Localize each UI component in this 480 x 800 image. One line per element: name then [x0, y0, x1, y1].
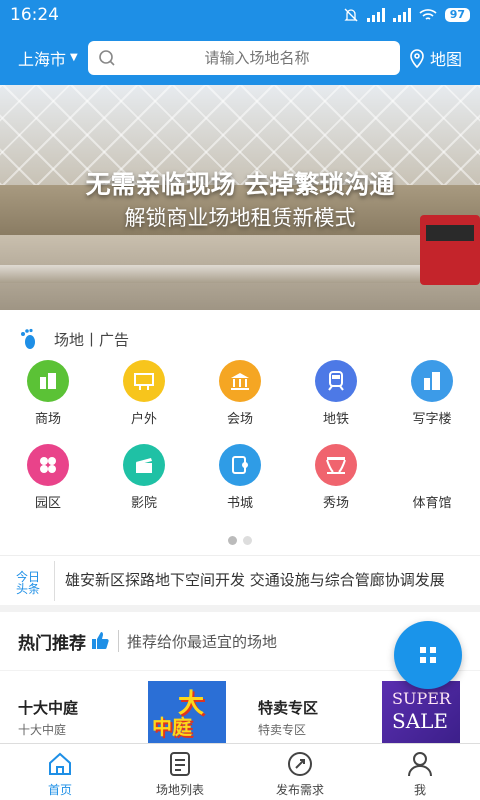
- hot-description: 推荐给你最适宜的场地: [127, 632, 278, 651]
- category-office[interactable]: 写字楼: [384, 360, 480, 444]
- category-label: 写字楼: [412, 412, 452, 427]
- signal-icon-2: [392, 8, 411, 22]
- category-mall[interactable]: 商场: [0, 360, 96, 444]
- banner-title: 无需亲临现场 去掉繁琐沟通: [85, 170, 395, 199]
- promo-banner[interactable]: 无需亲临现场 去掉繁琐沟通 解锁商业场地租赁新模式: [0, 85, 480, 310]
- news-divider: [54, 560, 55, 601]
- tab-label: 场地列表: [155, 783, 204, 797]
- bookstore-icon: [219, 444, 261, 486]
- news-headline[interactable]: 雄安新区探路地下空间开发 交通设施与综合管廊协调发展: [65, 570, 460, 591]
- status-time: 16:24: [10, 5, 59, 25]
- billboard-icon: [123, 360, 165, 402]
- footprint-icon: [21, 328, 35, 349]
- hot-title: 热门推荐: [18, 633, 86, 654]
- grid-icon: [420, 647, 436, 663]
- page-dot-1: [228, 536, 237, 545]
- category-park[interactable]: 园区: [0, 444, 96, 528]
- park-icon: [27, 444, 69, 486]
- venue-icon: [219, 360, 261, 402]
- location-pin-icon: [410, 48, 424, 68]
- search-icon: [99, 49, 115, 66]
- search-input[interactable]: [124, 48, 390, 67]
- publish-icon: [288, 752, 312, 776]
- office-icon: [411, 360, 453, 402]
- wifi-icon: [419, 9, 437, 20]
- battery-badge: 97: [444, 8, 470, 22]
- card-image-text: 中庭: [152, 715, 192, 739]
- map-label: 地图: [430, 49, 463, 69]
- status-bar: 16:24 97: [0, 0, 480, 30]
- city-selector[interactable]: 上海市 ▼: [18, 46, 88, 70]
- category-label: 影院: [130, 496, 157, 511]
- category-label: 书城: [226, 496, 253, 511]
- category-label: 会场: [226, 412, 253, 427]
- category-label: 体育馆: [412, 496, 452, 511]
- floating-grid-button[interactable]: [394, 621, 462, 689]
- tab-home[interactable]: 首页: [0, 744, 120, 800]
- caret-down-icon: ▼: [70, 52, 78, 63]
- stadium-icon-placeholder: [411, 444, 453, 486]
- thumbs-up-icon: [92, 632, 109, 649]
- category-panel: 场地丨广告 商场 户外 会场 地铁 写字楼 园区 影院 书城 秀场 体育馆: [0, 310, 480, 555]
- category-venue[interactable]: 会场: [192, 360, 288, 444]
- profile-icon: [408, 752, 432, 777]
- news-logo-icon: 今日头条: [16, 569, 40, 595]
- tab-label: 发布需求: [275, 783, 324, 797]
- city-label: 上海市: [18, 49, 67, 69]
- subway-icon: [315, 360, 357, 402]
- news-ticker[interactable]: 今日 头条 雄安新区探路地下空间开发 交通设施与综合管廊协调发展: [0, 555, 480, 605]
- category-tab-label[interactable]: 场地丨广告: [54, 329, 129, 350]
- bottom-tab-bar: 首页 场地列表 发布需求 我: [0, 743, 480, 800]
- category-label: 地铁: [322, 412, 349, 427]
- hot-divider: [118, 630, 119, 652]
- category-grid: 商场 户外 会场 地铁 写字楼 园区 影院 书城 秀场 体育馆: [0, 360, 480, 528]
- category-outdoor[interactable]: 户外: [96, 360, 192, 444]
- tab-label: 我: [413, 783, 426, 797]
- map-button[interactable]: 地图: [408, 46, 462, 70]
- signal-icon: [366, 8, 385, 22]
- card-image-sale: SUPER SALE: [382, 681, 460, 743]
- tab-me[interactable]: 我: [360, 744, 480, 800]
- category-stage[interactable]: 秀场: [288, 444, 384, 528]
- cinema-icon: [123, 444, 165, 486]
- category-label: 商场: [34, 412, 61, 427]
- category-label: 户外: [130, 412, 157, 427]
- category-label: 园区: [34, 496, 61, 511]
- category-bookstore[interactable]: 书城: [192, 444, 288, 528]
- list-icon: [170, 752, 190, 776]
- top-bar: 上海市 ▼ 地图: [0, 30, 480, 85]
- stage-icon: [315, 444, 357, 486]
- category-page-indicator: [0, 536, 480, 545]
- tab-venue-list[interactable]: 场地列表: [120, 744, 240, 800]
- status-icons: 97: [343, 7, 470, 23]
- page-dot-2: [243, 536, 252, 545]
- svg-text:头条: 头条: [16, 582, 40, 595]
- banner-railing: [0, 265, 480, 283]
- tab-publish[interactable]: 发布需求: [240, 744, 360, 800]
- card-image-text: SUPER: [392, 689, 451, 708]
- category-subway[interactable]: 地铁: [288, 360, 384, 444]
- search-box[interactable]: [88, 40, 400, 75]
- category-stadium[interactable]: 体育馆: [384, 444, 480, 528]
- banner-subtitle: 解锁商业场地租赁新模式: [124, 206, 356, 230]
- category-label: 秀场: [322, 496, 349, 511]
- mall-icon: [27, 360, 69, 402]
- mute-icon: [344, 8, 358, 22]
- card-image-atrium: 大 中庭: [148, 681, 226, 743]
- category-header: 场地丨广告: [18, 328, 129, 350]
- category-cinema[interactable]: 影院: [96, 444, 192, 528]
- home-icon: [49, 752, 71, 775]
- card-image-text: SALE: [392, 709, 449, 733]
- tab-label: 首页: [47, 783, 72, 797]
- card-top-atrium[interactable]: 十大中庭 十大中庭 大 中庭: [0, 671, 240, 743]
